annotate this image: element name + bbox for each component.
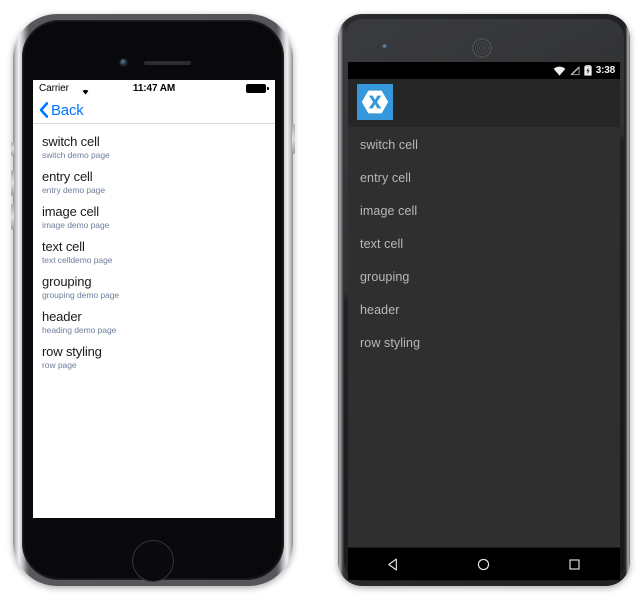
list-item[interactable]: grouping	[348, 261, 620, 294]
list-item-detail: text celldemo page	[42, 255, 113, 265]
list-item-title: entry cell	[42, 169, 93, 184]
ios-status-bar: Carrier 11:47 AM	[33, 80, 275, 97]
earpiece-speaker	[144, 61, 191, 65]
list-item-title: text cell	[42, 239, 85, 254]
volume-down-button[interactable]	[11, 204, 14, 230]
list-item-detail: heading demo page	[42, 325, 117, 335]
list-item[interactable]: switch cell switch demo page	[33, 130, 275, 165]
light-sensor	[582, 46, 586, 50]
back-button-label: Back	[51, 101, 84, 119]
no-signal-icon	[570, 65, 580, 76]
list-item-title: grouping	[42, 274, 92, 289]
ios-screen: Carrier 11:47 AM Back switch cell switch…	[33, 80, 275, 518]
android-screen: 3:38 switch cell entry cell image cell t…	[348, 62, 620, 547]
recents-square-icon	[569, 558, 580, 570]
screenshot-stage: Carrier 11:47 AM Back switch cell switch…	[0, 0, 644, 600]
proximity-sensor	[570, 46, 574, 50]
list-item[interactable]: header	[348, 294, 620, 327]
power-button[interactable]	[292, 124, 295, 154]
recents-button[interactable]	[555, 548, 595, 580]
home-button[interactable]	[464, 548, 504, 580]
volume-up-button[interactable]	[11, 170, 14, 196]
list-item[interactable]: grouping grouping demo page	[33, 270, 275, 305]
back-button[interactable]	[373, 548, 413, 580]
chevron-left-icon	[39, 102, 48, 118]
back-button[interactable]: Back	[39, 99, 84, 121]
list-item[interactable]: entry cell entry demo page	[33, 165, 275, 200]
android-action-bar	[348, 79, 620, 127]
front-camera-icon	[120, 59, 127, 66]
status-icon-tray: 3:38	[553, 62, 615, 79]
battery-charging-icon	[584, 65, 592, 76]
ios-cell-list: switch cell switch demo page entry cell …	[33, 124, 275, 375]
list-item[interactable]: header heading demo page	[33, 305, 275, 340]
android-status-bar: 3:38	[348, 62, 620, 79]
list-item-title: row styling	[42, 344, 102, 359]
list-item[interactable]: row styling row page	[33, 340, 275, 375]
list-item[interactable]: image cell image demo page	[33, 200, 275, 235]
list-item-title: header	[42, 309, 82, 324]
battery-full-icon	[246, 84, 269, 93]
ios-clock: 11:47 AM	[132, 83, 176, 94]
list-item-detail: grouping demo page	[42, 290, 120, 300]
xamarin-logo-icon[interactable]	[357, 84, 393, 120]
earpiece-speaker	[473, 39, 491, 57]
home-circle-icon	[478, 558, 490, 570]
home-button[interactable]	[132, 540, 174, 582]
wifi-icon	[553, 66, 566, 76]
list-item[interactable]: switch cell	[348, 129, 620, 162]
list-item-detail: image demo page	[42, 220, 110, 230]
ios-nav-bar: Back	[33, 97, 275, 124]
list-item-detail: entry demo page	[42, 185, 106, 195]
android-navigation-bar	[348, 548, 620, 580]
list-item-detail: switch demo page	[42, 150, 110, 160]
android-cell-list: switch cell entry cell image cell text c…	[348, 127, 620, 547]
list-item[interactable]: text cell text celldemo page	[33, 235, 275, 270]
android-clock: 3:38	[595, 65, 615, 76]
list-item-detail: row page	[42, 360, 77, 370]
list-item-title: switch cell	[42, 134, 100, 149]
list-item[interactable]: row styling	[348, 327, 620, 360]
list-item-title: image cell	[42, 204, 100, 219]
front-camera-icon	[382, 44, 388, 50]
android-device: 3:38 switch cell entry cell image cell t…	[338, 14, 630, 586]
list-item[interactable]: text cell	[348, 228, 620, 261]
list-item[interactable]: image cell	[348, 195, 620, 228]
list-item[interactable]: entry cell	[348, 162, 620, 195]
iphone-device: Carrier 11:47 AM Back switch cell switch…	[11, 14, 295, 586]
mute-switch[interactable]	[11, 142, 14, 156]
back-triangle-icon	[388, 558, 397, 570]
